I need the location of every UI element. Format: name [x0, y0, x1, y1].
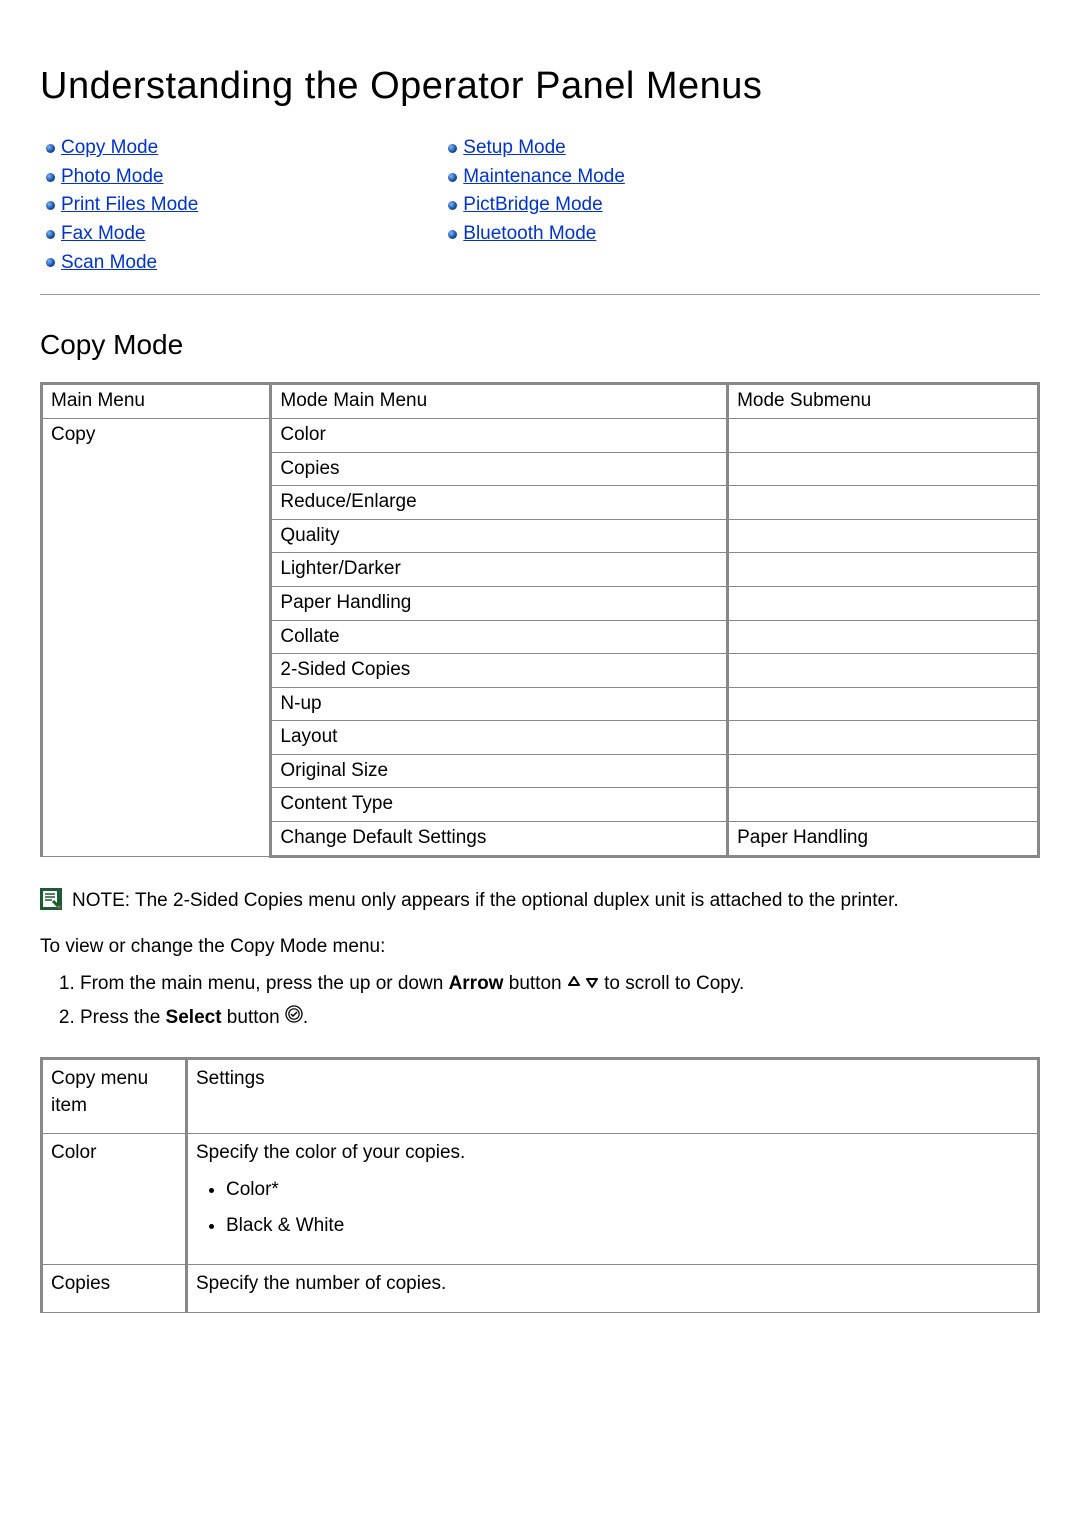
- settings-item-cell: Color: [42, 1134, 187, 1265]
- arrow-up-down-icon: [567, 975, 599, 989]
- toc-link[interactable]: Setup Mode: [463, 135, 565, 162]
- bullet-icon: [448, 144, 457, 153]
- toc-link[interactable]: PictBridge Mode: [463, 192, 602, 219]
- instruction-steps: From the main menu, press the up or down…: [80, 971, 1040, 1032]
- toc-link[interactable]: Copy Mode: [61, 135, 158, 162]
- mode-main-menu-cell: Quality: [271, 519, 728, 553]
- instruction-step: Press the Select button .: [80, 1005, 1040, 1032]
- settings-item-cell: Copies: [42, 1265, 187, 1313]
- divider: [40, 294, 1040, 295]
- settings-option: Color*: [226, 1177, 1029, 1204]
- mode-main-menu-cell: Original Size: [271, 754, 728, 788]
- toc-link[interactable]: Print Files Mode: [61, 192, 198, 219]
- select-button-icon: [285, 1005, 303, 1023]
- toc-link[interactable]: Bluetooth Mode: [463, 221, 596, 248]
- mode-main-menu-cell: Content Type: [271, 788, 728, 822]
- note-icon: [40, 888, 62, 910]
- bullet-icon: [46, 230, 55, 239]
- bullet-icon: [46, 144, 55, 153]
- table-header-cell: Mode Submenu: [728, 384, 1039, 419]
- note-label: NOTE:: [72, 890, 130, 911]
- bullet-icon: [448, 201, 457, 210]
- copy-settings-table: Copy menu itemSettingsColorSpecify the c…: [40, 1057, 1040, 1313]
- table-header-cell: Main Menu: [42, 384, 271, 419]
- toc-link[interactable]: Fax Mode: [61, 221, 145, 248]
- mode-main-menu-cell: Collate: [271, 620, 728, 654]
- mode-submenu-cell: [728, 586, 1039, 620]
- table-header-cell: Mode Main Menu: [271, 384, 728, 419]
- bullet-icon: [46, 201, 55, 210]
- mode-main-menu-cell: Layout: [271, 721, 728, 755]
- mode-main-menu-cell: N-up: [271, 687, 728, 721]
- bullet-icon: [448, 173, 457, 182]
- mode-main-menu-cell: Lighter/Darker: [271, 553, 728, 587]
- mode-main-menu-cell: Paper Handling: [271, 586, 728, 620]
- instruction-intro: To view or change the Copy Mode menu:: [40, 934, 1040, 961]
- mode-submenu-cell: [728, 687, 1039, 721]
- settings-desc-cell: Specify the color of your copies.Color*B…: [187, 1134, 1039, 1265]
- toc-link[interactable]: Scan Mode: [61, 250, 157, 277]
- table-header-cell: Copy menu item: [42, 1059, 187, 1134]
- mode-submenu-cell: [728, 721, 1039, 755]
- mode-submenu-cell: [728, 452, 1039, 486]
- mode-submenu-cell: [728, 418, 1039, 452]
- toc-link[interactable]: Photo Mode: [61, 164, 163, 191]
- table-header-cell: Settings: [187, 1059, 1039, 1134]
- main-menu-cell: Copy: [42, 418, 271, 856]
- instruction-step: From the main menu, press the up or down…: [80, 971, 1040, 998]
- copy-mode-menu-table: Main MenuMode Main MenuMode Submenu CopyC…: [40, 382, 1040, 857]
- mode-main-menu-cell: Color: [271, 418, 728, 452]
- mode-main-menu-cell: Reduce/Enlarge: [271, 486, 728, 520]
- mode-submenu-cell: [728, 754, 1039, 788]
- settings-desc-cell: Specify the number of copies.: [187, 1265, 1039, 1313]
- mode-submenu-cell: [728, 620, 1039, 654]
- mode-submenu-cell: [728, 788, 1039, 822]
- settings-option: Black & White: [226, 1213, 1029, 1240]
- bullet-icon: [448, 230, 457, 239]
- mode-submenu-cell: [728, 486, 1039, 520]
- section-heading-copy-mode: Copy Mode: [40, 325, 1040, 364]
- page-title: Understanding the Operator Panel Menus: [40, 60, 1040, 113]
- mode-main-menu-cell: 2-Sided Copies: [271, 654, 728, 688]
- note-block: NOTE: The 2-Sided Copies menu only appea…: [40, 888, 1040, 915]
- toc-link[interactable]: Maintenance Mode: [463, 164, 625, 191]
- mode-main-menu-cell: Copies: [271, 452, 728, 486]
- table-of-contents: Copy ModePhoto ModePrint Files ModeFax M…: [46, 133, 1040, 278]
- bullet-icon: [46, 173, 55, 182]
- mode-submenu-cell: [728, 519, 1039, 553]
- mode-submenu-cell: Paper Handling: [728, 822, 1039, 857]
- mode-submenu-cell: [728, 654, 1039, 688]
- bullet-icon: [46, 258, 55, 267]
- mode-submenu-cell: [728, 553, 1039, 587]
- mode-main-menu-cell: Change Default Settings: [271, 822, 728, 857]
- note-text: The 2-Sided Copies menu only appears if …: [135, 890, 899, 911]
